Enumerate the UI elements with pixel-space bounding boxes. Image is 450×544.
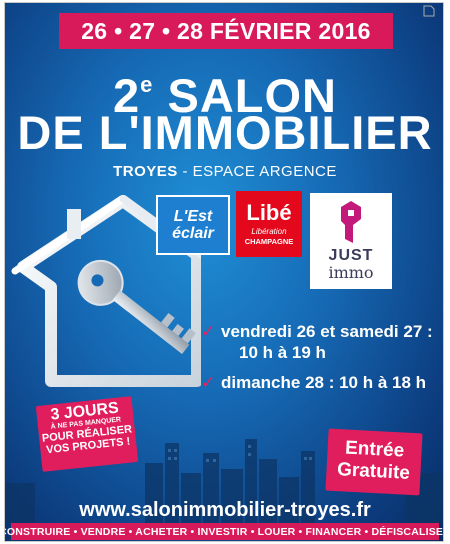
schedule-item-weekdays-hours: 10 h à 19 h: [239, 343, 326, 362]
edition-suffix: e: [140, 72, 154, 97]
checkmark-icon: ✓: [201, 373, 216, 392]
event-poster: 26 • 27 • 28 FÉVRIER 2016 2e SALON DE L'…: [4, 2, 444, 542]
just-immo-mark-icon: [341, 201, 361, 243]
activities-list: CONSTRUIRE • VENDRE • ACHETER • INVESTIR…: [4, 525, 444, 538]
checkmark-icon: ✓: [201, 322, 216, 341]
location-city: TROYES: [113, 163, 178, 180]
logo-est-eclair: L'Est éclair: [156, 195, 230, 255]
event-dates: 26 • 27 • 28 FÉVRIER 2016: [81, 17, 371, 44]
date-banner: 26 • 27 • 28 FÉVRIER 2016: [59, 13, 393, 49]
three-days-badge: 3 JOURS À NE PAS MANQUER POUR RÉALISER V…: [35, 396, 139, 472]
title-line-2: DE L'IMMOBILIER: [17, 106, 433, 159]
location-separator: -: [177, 163, 193, 180]
opening-hours: ✓ vendredi 26 et samedi 27 : 10 h à 19 h…: [201, 321, 443, 393]
website-link[interactable]: www.salonimmobilier-troyes.fr: [5, 499, 443, 522]
logo-libe-champagne: Libé Libération CHAMPAGNE: [236, 191, 302, 257]
location-venue: ESPACE ARGENCE: [192, 163, 337, 180]
logo-just-immo: JUST immo: [310, 193, 392, 289]
schedule-item-weekdays: ✓ vendredi 26 et samedi 27 :: [201, 322, 433, 341]
free-entry-badge: Entrée Gratuite: [325, 428, 423, 496]
event-location: TROYES - ESPACE ARGENCE: [5, 163, 443, 180]
schedule-item-sunday: ✓ dimanche 28 : 10 h à 18 h: [201, 373, 427, 392]
page-corner-icon: [423, 5, 437, 19]
activities-banner: CONSTRUIRE • VENDRE • ACHETER • INVESTIR…: [5, 523, 443, 540]
